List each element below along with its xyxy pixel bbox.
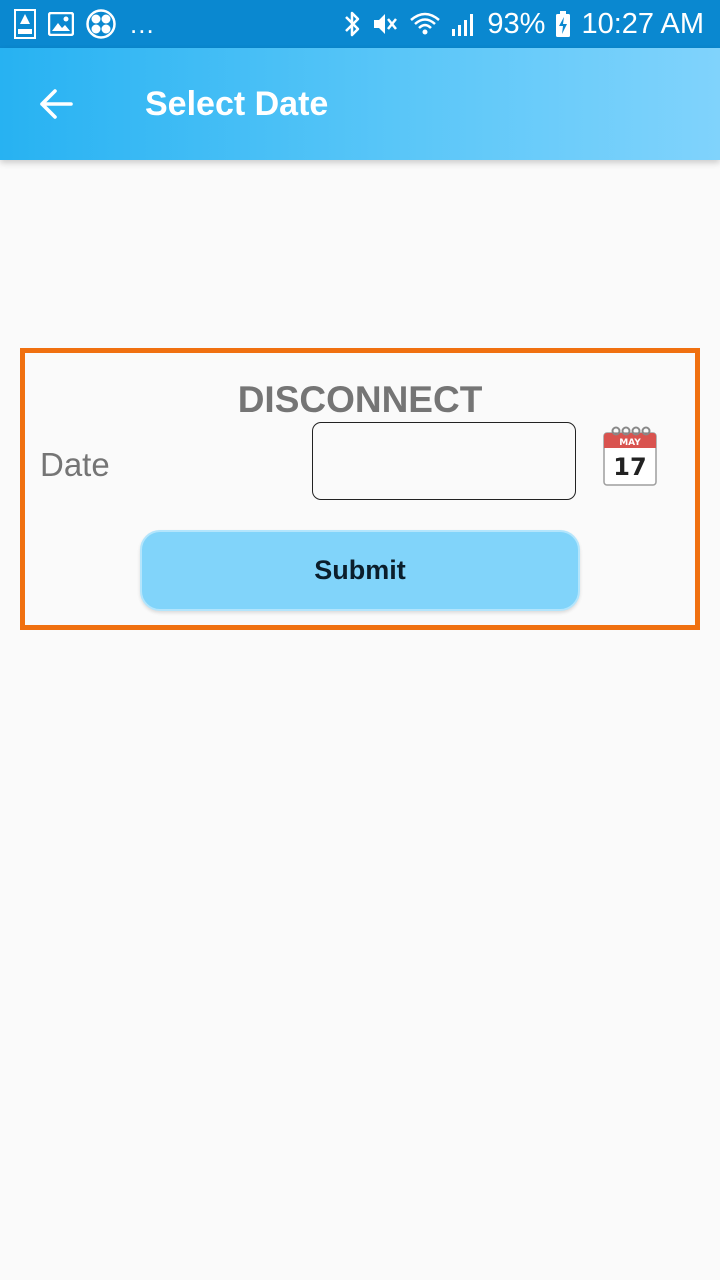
signal-icon bbox=[451, 11, 477, 37]
calendar-day: 17 bbox=[613, 453, 646, 481]
app-live-icon bbox=[14, 9, 36, 39]
calendar-month: MAY bbox=[619, 438, 641, 448]
date-label: Date bbox=[40, 446, 110, 483]
disconnect-card: DISCONNECT Date MAY 17 Submit bbox=[20, 348, 700, 630]
calendar-icon: MAY 17 bbox=[603, 426, 657, 486]
battery-charging-icon bbox=[555, 10, 571, 38]
calendar-button[interactable]: MAY 17 bbox=[602, 425, 658, 487]
battery-percent: 93% bbox=[487, 7, 546, 40]
mute-icon bbox=[371, 10, 399, 38]
page-title: Select Date bbox=[145, 85, 329, 123]
status-bar-left: ... bbox=[14, 9, 155, 39]
app-bar: Select Date bbox=[0, 48, 720, 160]
arrow-left-icon bbox=[38, 88, 74, 125]
submit-button[interactable]: Submit bbox=[140, 530, 580, 611]
date-input[interactable] bbox=[312, 422, 576, 500]
card-heading: DISCONNECT bbox=[237, 379, 483, 420]
status-bar-right: 93% 10:27 AM bbox=[343, 7, 704, 40]
image-icon bbox=[48, 12, 74, 36]
fan-icon bbox=[86, 9, 116, 39]
clock: 10:27 AM bbox=[581, 7, 704, 40]
more-notifications: ... bbox=[130, 9, 155, 39]
bluetooth-icon bbox=[343, 10, 361, 38]
wifi-icon bbox=[409, 11, 441, 37]
back-button[interactable] bbox=[28, 78, 84, 134]
status-bar: ... 93% 10:27 AM bbox=[0, 0, 720, 48]
